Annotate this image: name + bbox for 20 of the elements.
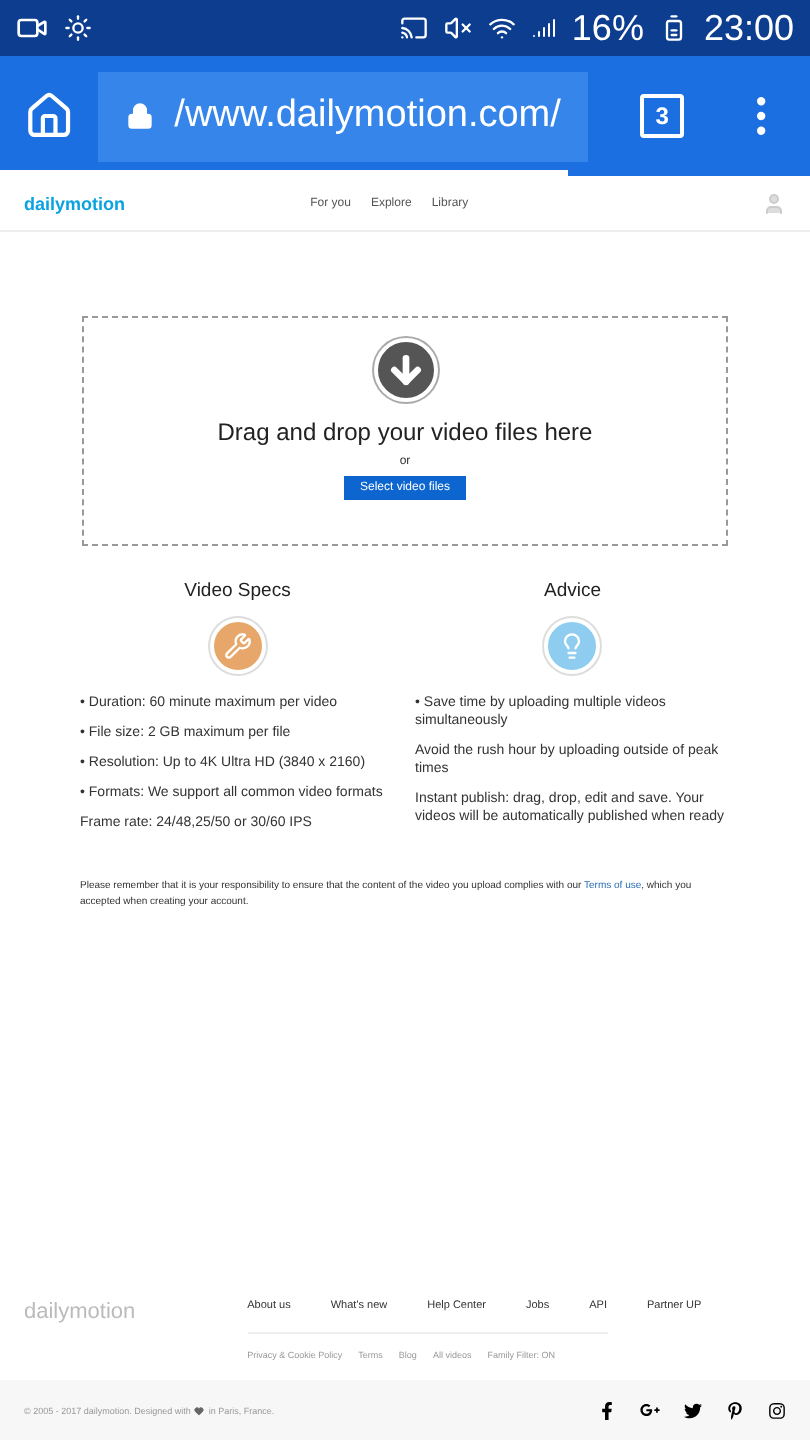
heart-icon (194, 1405, 205, 1415)
facebook-icon[interactable] (598, 1401, 616, 1419)
google-plus-icon[interactable] (640, 1400, 660, 1420)
column-title: Video Specs (182, 580, 293, 602)
download-icon (373, 338, 437, 402)
drop-title: Drag and drop your video files here (217, 418, 593, 446)
twitter-icon[interactable] (684, 1401, 702, 1419)
battery-percent: 16% (571, 7, 644, 49)
column-title: Advice (541, 580, 603, 602)
wifi-icon (487, 14, 516, 42)
address-bar[interactable]: /www.dailymotion.com/ (98, 71, 589, 161)
tab-count-button[interactable]: 3 (640, 94, 684, 138)
pinterest-icon[interactable] (726, 1401, 744, 1419)
home-icon[interactable] (24, 90, 75, 142)
instagram-icon[interactable] (768, 1401, 786, 1419)
cast-icon (399, 14, 428, 42)
brightness-icon (64, 14, 92, 42)
mute-icon (443, 14, 472, 42)
lock-icon (126, 102, 155, 130)
clock-time: 23:00 (703, 7, 794, 49)
